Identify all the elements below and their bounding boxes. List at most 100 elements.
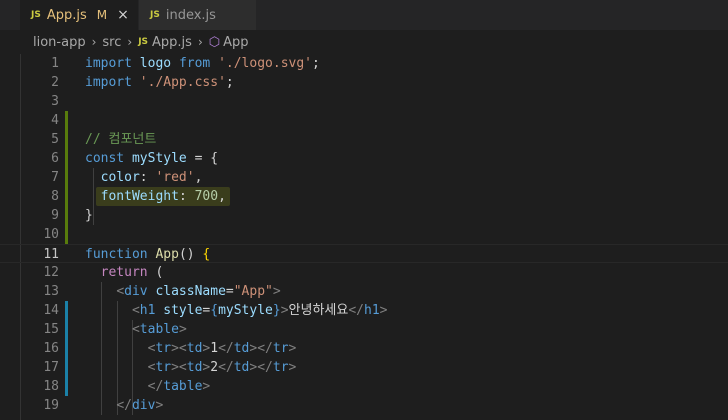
code-line[interactable]: 10 (0, 225, 728, 244)
javascript-file-icon: JS (150, 10, 160, 20)
breadcrumb-item-symbol[interactable]: App (223, 35, 248, 50)
code-token: tr (155, 341, 172, 356)
code-token: { (202, 247, 211, 262)
git-change-marker[interactable] (65, 187, 68, 206)
tab-app-js[interactable]: JS App.js M × (20, 0, 138, 30)
code-text: // 컴포넌트 (85, 130, 156, 149)
code-line[interactable]: 19 </div> (0, 396, 728, 415)
code-line[interactable]: 5 // 컴포넌트 (0, 130, 728, 149)
line-number: 13 (43, 284, 59, 299)
code-token: , (194, 170, 203, 185)
code-token: ></ (249, 341, 273, 356)
code-token: > (155, 398, 164, 413)
code-token: 안녕하세요 (288, 303, 349, 318)
code-token: td (186, 341, 203, 356)
line-number: 17 (43, 360, 59, 375)
code-token: </ (218, 360, 234, 375)
code-token: </ (348, 303, 364, 318)
code-line[interactable]: 15 <table> (0, 320, 728, 339)
code-line[interactable]: 14 <h1 style={myStyle}>안녕하세요</h1> (0, 301, 728, 320)
code-editor[interactable]: 1 import logo from './logo.svg'; 2 import '… (0, 54, 728, 420)
code-line[interactable]: 18 </table> (0, 377, 728, 396)
git-change-marker[interactable] (65, 377, 68, 396)
code-line[interactable]: 9} (0, 206, 728, 225)
code-token: h1 (139, 303, 156, 318)
git-change-marker[interactable] (65, 111, 68, 130)
git-change-marker[interactable] (65, 358, 68, 377)
code-line[interactable]: 8 fontWeight: 700, (0, 187, 728, 206)
code-line[interactable]: 7 color: 'red', (0, 168, 728, 187)
code-token: './App.css' (139, 75, 226, 90)
tab-label: index.js (165, 7, 216, 23)
code-token: > (178, 322, 187, 337)
git-change-marker[interactable] (65, 301, 68, 320)
code-token: } (85, 208, 93, 223)
git-change-marker[interactable] (65, 206, 68, 225)
code-token: tr (272, 360, 289, 375)
breadcrumb-item-file[interactable]: App.js (152, 35, 192, 50)
code-token: ; (225, 75, 234, 90)
javascript-file-icon: JS (138, 37, 149, 47)
code-token: 2 (210, 360, 219, 375)
code-text: <tr><td>1</td></tr> (85, 339, 297, 358)
line-number: 4 (51, 113, 59, 128)
code-token: td (186, 360, 203, 375)
git-change-marker[interactable] (65, 225, 68, 244)
code-token: </ (218, 341, 234, 356)
git-change-marker[interactable] (65, 320, 68, 339)
code-token: div (131, 398, 156, 413)
code-text: <table> (85, 320, 187, 339)
chevron-right-icon: › (91, 35, 97, 49)
code-line[interactable]: 12 return ( (0, 263, 728, 282)
code-token: > (288, 341, 297, 356)
code-token: "App" (233, 284, 273, 299)
breadcrumb-item-project[interactable]: lion-app (33, 35, 86, 50)
tab-index-js[interactable]: JS index.js (138, 0, 256, 30)
code-token: () (178, 247, 203, 262)
code-token: > (379, 303, 388, 318)
line-number: 9 (51, 208, 59, 223)
code-token: App (155, 247, 179, 262)
code-token: >< (171, 360, 187, 375)
code-token: > (280, 303, 289, 318)
code-token: 1 (210, 341, 219, 356)
code-text: } (85, 206, 93, 225)
code-line[interactable]: 4 (0, 111, 728, 130)
code-text: </table> (85, 377, 211, 396)
code-line[interactable]: 3 (0, 92, 728, 111)
git-change-marker[interactable] (65, 168, 68, 187)
code-line[interactable]: 6 const myStyle = { (0, 149, 728, 168)
breadcrumb-item-folder[interactable]: src (102, 35, 121, 50)
line-number: 10 (43, 227, 59, 242)
git-change-marker[interactable] (65, 149, 68, 168)
code-line[interactable]: 11 function App() { (0, 244, 728, 263)
line-number: 1 (51, 56, 59, 71)
code-line[interactable]: 16 <tr><td>1</td></tr> (0, 339, 728, 358)
code-token: logo (139, 56, 172, 71)
code-token: const (85, 151, 125, 166)
line-number: 7 (51, 170, 59, 185)
code-line[interactable]: 17 <tr><td>2</td></tr> (0, 358, 728, 377)
code-token: tr (272, 341, 289, 356)
code-line[interactable]: 1 import logo from './logo.svg'; (0, 54, 728, 73)
tab-label: App.js (46, 7, 87, 23)
code-token: >< (171, 341, 187, 356)
code-token: { (210, 303, 219, 318)
git-change-marker[interactable] (65, 130, 68, 149)
code-token: function (85, 247, 148, 262)
line-number: 15 (43, 322, 59, 337)
code-token: > (202, 379, 211, 394)
code-line[interactable]: 13 <div className="App"> (0, 282, 728, 301)
line-number: 14 (43, 303, 59, 318)
code-text: import logo from './logo.svg'; (85, 54, 320, 73)
code-line[interactable]: 2 import './App.css'; (0, 73, 728, 92)
git-change-marker[interactable] (65, 339, 68, 358)
close-icon[interactable]: × (117, 7, 129, 23)
code-token: table (163, 379, 203, 394)
